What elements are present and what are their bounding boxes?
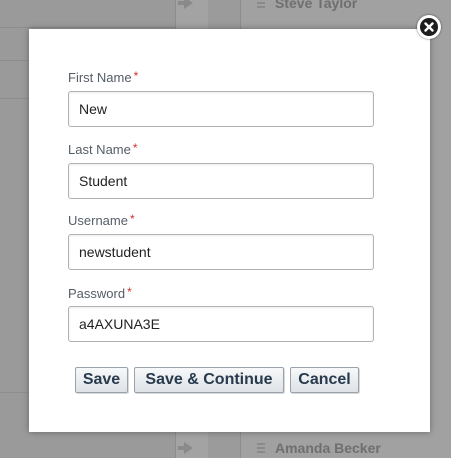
background-student-name: Steve Taylor [275, 0, 358, 11]
background-student-name: Amanda Becker [275, 440, 381, 456]
last-name-label: Last Name * [68, 141, 138, 157]
required-marker: * [133, 69, 139, 83]
password-input[interactable] [68, 306, 374, 342]
arrow-right-icon [178, 0, 193, 9]
arrow-right-icon [178, 442, 193, 454]
save-and-continue-button[interactable]: Save & Continue [134, 367, 284, 393]
save-button[interactable]: Save [75, 367, 128, 393]
username-label: Username * [68, 212, 135, 228]
required-marker: * [127, 285, 132, 299]
background-row-divider [0, 27, 175, 28]
drag-handle-icon [257, 443, 265, 455]
first-name-label: First Name * [68, 69, 139, 85]
password-label: Password * [68, 285, 132, 301]
add-student-dialog: First Name* Last Name* Username* Passwor… [29, 29, 430, 432]
required-marker: * [132, 141, 138, 155]
cancel-button[interactable]: Cancel [290, 367, 359, 393]
close-button[interactable] [417, 15, 441, 39]
first-name-input[interactable] [68, 91, 374, 127]
required-marker: * [129, 212, 135, 226]
last-name-input[interactable] [68, 163, 374, 199]
drag-handle-icon [257, 0, 265, 10]
username-input[interactable] [68, 234, 374, 270]
close-icon [420, 18, 438, 36]
